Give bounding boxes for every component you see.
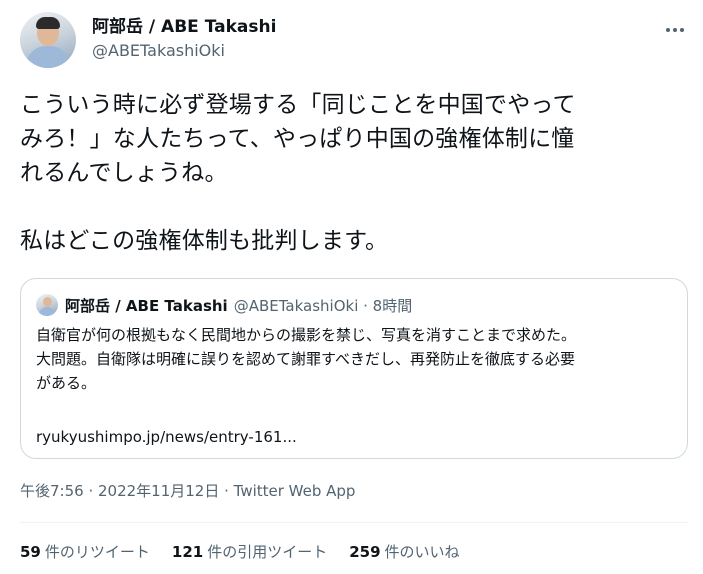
quoted-display-name: 阿部岳 / ABE Takashi: [65, 296, 228, 315]
avatar[interactable]: [20, 12, 76, 68]
quoted-avatar: [36, 294, 58, 316]
likes-stat[interactable]: 259 件のいいね: [349, 541, 459, 562]
author-handle[interactable]: @ABETakashiOki: [92, 40, 276, 62]
likes-label: 件のいいね: [384, 543, 460, 561]
author-names: 阿部岳 / ABE Takashi @ABETakashiOki: [92, 16, 276, 62]
engagement-stats: 59 件のリツイート 121 件の引用ツイート 259 件のいいね: [20, 541, 482, 562]
quoted-handle-time: @ABETakashiOki · 8時間: [233, 296, 413, 315]
tweet-timestamp[interactable]: 午後7:56 · 2022年11月12日 · Twitter Web App: [20, 480, 355, 501]
divider: [20, 522, 688, 523]
more-options-icon[interactable]: [662, 18, 688, 42]
quotes-stat[interactable]: 121 件の引用ツイート: [172, 541, 327, 562]
likes-count: 259: [349, 543, 381, 561]
dot: [673, 28, 677, 32]
tweet-text: こういう時に必ず登場する「同じことを中国でやって みろ！」な人たちって、やっぱり…: [20, 92, 576, 254]
avatar-body: [26, 46, 70, 68]
quoted-tweet-header: 阿部岳 / ABE Takashi @ABETakashiOki · 8時間: [36, 293, 412, 317]
retweets-label: 件のリツイート: [44, 543, 150, 561]
quotes-count: 121: [171, 543, 204, 561]
avatar-hair: [36, 17, 60, 29]
tweet-card: 阿部岳 / ABE Takashi @ABETakashiOki こういう時に必…: [0, 0, 703, 574]
quoted-tweet-link[interactable]: ryukyushimpo.jp/news/entry-161...: [36, 425, 297, 449]
retweets-stat[interactable]: 59 件のリツイート: [20, 541, 150, 562]
tweet-header: 阿部岳 / ABE Takashi @ABETakashiOki: [20, 12, 690, 70]
retweets-count: 59: [20, 543, 41, 561]
quoted-tweet[interactable]: 阿部岳 / ABE Takashi @ABETakashiOki · 8時間 自…: [20, 278, 688, 459]
quoted-avatar-body: [39, 307, 55, 316]
quoted-avatar-head: [43, 297, 52, 307]
dot: [680, 28, 684, 32]
author-display-name[interactable]: 阿部岳 / ABE Takashi: [92, 16, 276, 38]
quotes-label: 件の引用ツイート: [207, 543, 328, 561]
dot: [666, 28, 670, 32]
quoted-tweet-text: 自衛官が何の根拠もなく民間地からの撮影を禁じ、写真を消すことまで求めた。 大問題…: [36, 326, 577, 392]
